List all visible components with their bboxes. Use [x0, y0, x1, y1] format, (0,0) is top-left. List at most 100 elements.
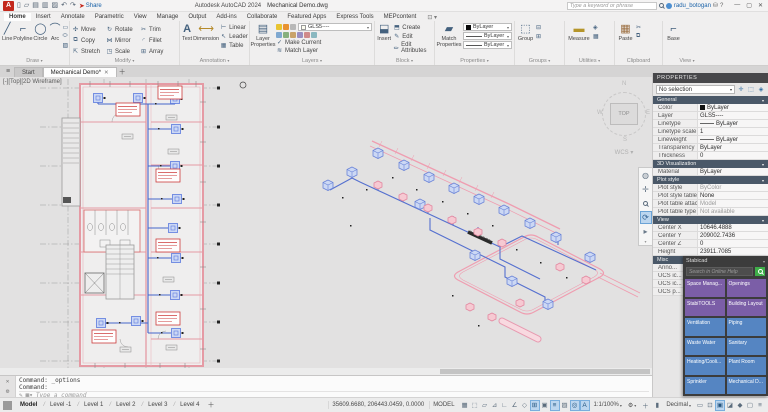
maximize-button[interactable]: ▢: [746, 2, 752, 9]
showmotion-icon[interactable]: ▸: [640, 225, 652, 238]
stabicad-search-input[interactable]: Search in Online Help: [686, 267, 753, 276]
tray-plot-icon[interactable]: ◪: [725, 400, 735, 411]
search-input[interactable]: Type a keyword or phrase: [567, 2, 657, 10]
cart-icon[interactable]: ⛁: [713, 2, 718, 9]
stabicad-tool-button[interactable]: Ventilation: [685, 318, 725, 336]
base-button[interactable]: ⌐Base: [665, 22, 682, 43]
isolate-objects-icon[interactable]: ▮: [652, 400, 662, 411]
ribbon-tab[interactable]: Manage: [152, 13, 184, 21]
stabicad-tool-button[interactable]: Space Manag...: [685, 279, 725, 297]
group-button[interactable]: ⬚Group: [517, 22, 534, 43]
clean-screen-icon[interactable]: ▢: [745, 400, 755, 411]
drawing-area[interactable]: [-][Top][2D Wireframe]: [0, 77, 652, 375]
pan-icon[interactable]: ✛: [640, 183, 652, 196]
layer-tools-icons[interactable]: [276, 32, 372, 38]
ribbon-tab[interactable]: Home: [4, 13, 31, 21]
property-row[interactable]: Plot style table None: [653, 192, 768, 200]
dimension-button[interactable]: ⟷Dimension: [194, 22, 218, 43]
property-row[interactable]: Plot table attac... Model: [653, 200, 768, 208]
text-button[interactable]: AText: [182, 22, 192, 43]
match-properties-button[interactable]: ▰ Match Properties: [437, 22, 461, 48]
property-row[interactable]: Center Y 209002.7436: [653, 232, 768, 240]
drawing-canvas[interactable]: [0, 77, 652, 375]
edit-attributes-button[interactable]: ✏Edit Attributes: [393, 42, 432, 54]
help-icon[interactable]: ?: [720, 3, 723, 9]
tab-document[interactable]: Mechanical Demo*✕: [43, 67, 117, 77]
ribbon-tab[interactable]: Featured Apps: [282, 13, 331, 21]
ellipse-icon[interactable]: ⬭: [62, 33, 68, 40]
close-command-icon[interactable]: ✕: [6, 378, 10, 385]
mirror-button[interactable]: ⋈Mirror: [106, 35, 140, 46]
edit-block-button[interactable]: ✎Edit: [393, 33, 432, 40]
layer-dropdown[interactable]: GLS5----▾: [298, 23, 372, 31]
leader-button[interactable]: ↖Leader: [220, 33, 248, 40]
undo-icon[interactable]: ↶: [61, 1, 67, 11]
customization-icon[interactable]: ≡: [755, 400, 765, 411]
ribbon-tab[interactable]: MEPcontent: [379, 13, 422, 21]
viewcube-east[interactable]: E: [646, 110, 650, 116]
layer-properties-button[interactable]: ▤ Layer Properties: [252, 22, 274, 48]
stabicad-tool-button[interactable]: Building Layout: [727, 299, 767, 317]
property-row[interactable]: Layer GLS5----: [653, 112, 768, 120]
infer-constraints-icon[interactable]: ▱: [480, 400, 490, 411]
units-dropdown[interactable]: Decimal▾: [664, 402, 693, 408]
polar-tracking-icon[interactable]: ∠: [510, 400, 520, 411]
plot-icon[interactable]: ▨: [52, 1, 59, 11]
layout-tab[interactable]: Model: [17, 402, 40, 408]
line-button[interactable]: ╱Line: [2, 22, 12, 43]
stabicad-tool-button[interactable]: Mechanical D...: [727, 377, 767, 395]
ribbon-tab[interactable]: Collaborate: [242, 13, 283, 21]
hatch-icon[interactable]: ▨: [62, 42, 68, 49]
add-scales-icon[interactable]: ＋: [640, 400, 650, 411]
stabicad-tool-button[interactable]: Openings: [727, 279, 767, 297]
stabicad-tool-button[interactable]: Piping: [727, 318, 767, 336]
linear-button[interactable]: ⊢Linear: [220, 24, 248, 31]
command-window-grip[interactable]: ✕ ⚙: [0, 376, 16, 397]
navbar-menu-icon[interactable]: ▾: [644, 239, 646, 244]
file-tab-menu-icon[interactable]: ≡: [2, 67, 14, 77]
annotation-scale-dropdown[interactable]: 1:1/100%▾: [592, 402, 624, 408]
layout-tab[interactable]: Level -1: [40, 402, 74, 408]
move-button[interactable]: ✣Move: [72, 24, 106, 35]
stabicad-tool-button[interactable]: Plant Room: [727, 357, 767, 375]
arc-button[interactable]: ⌒Arc: [49, 22, 60, 43]
property-row[interactable]: Linetype scale 1: [653, 128, 768, 136]
viewcube-north[interactable]: N: [622, 81, 626, 87]
tray-updates-icon[interactable]: ◆: [735, 400, 745, 411]
quick-select-icon[interactable]: ◈: [757, 86, 765, 94]
property-row[interactable]: Thickness 0: [653, 152, 768, 160]
tab-start[interactable]: Start: [14, 67, 43, 77]
quick-view-icon[interactable]: [3, 401, 12, 410]
graphics-performance-icon[interactable]: ▣: [715, 400, 725, 411]
linetype-dropdown[interactable]: ByLayer▾: [463, 41, 512, 49]
property-row[interactable]: Height 23911.7085: [653, 248, 768, 256]
ribbon-tab[interactable]: Output: [183, 13, 211, 21]
viewcube-west[interactable]: W: [597, 110, 603, 116]
property-row[interactable]: Transparency ByLayer: [653, 144, 768, 152]
quick-select-icon[interactable]: ◈: [593, 24, 599, 31]
create-block-button[interactable]: ⬒Create: [393, 24, 432, 31]
orbit-icon[interactable]: ⟳: [640, 211, 652, 224]
property-row[interactable]: Lineweight ByLayer: [653, 136, 768, 144]
new-layout-button[interactable]: ＋: [208, 400, 215, 410]
rotate-button[interactable]: ↻Rotate: [106, 24, 140, 35]
viewcube-south[interactable]: S: [623, 137, 627, 143]
stabicad-title[interactable]: Stabicad▾: [683, 256, 768, 266]
object-snap-icon[interactable]: ▣: [540, 400, 550, 411]
array-button[interactable]: ⊞Array: [140, 46, 174, 57]
layout-tab[interactable]: Level 1: [74, 402, 106, 408]
viewport-controls[interactable]: [-][Top][2D Wireframe]: [3, 79, 62, 85]
ribbon-display-toggle[interactable]: ⊡ ▾: [427, 14, 437, 21]
grid-icon[interactable]: ▦: [460, 400, 470, 411]
copy-clip-icon[interactable]: ⧉: [636, 33, 641, 40]
property-row[interactable]: Material ByLayer: [653, 168, 768, 176]
model-space-button[interactable]: MODEL: [429, 401, 457, 409]
ribbon-tab[interactable]: Add-ins: [211, 13, 241, 21]
new-tab-button[interactable]: ＋: [117, 67, 128, 77]
zoom-icon[interactable]: [640, 197, 652, 210]
stabicad-tool-button[interactable]: Sprinkler: [685, 377, 725, 395]
lock-ui-icon[interactable]: ⊡: [705, 400, 715, 411]
scale-button[interactable]: ◳Scale: [106, 46, 140, 57]
wcs-menu[interactable]: WCS ▾: [596, 149, 652, 156]
quick-properties-icon[interactable]: ▭: [695, 400, 705, 411]
